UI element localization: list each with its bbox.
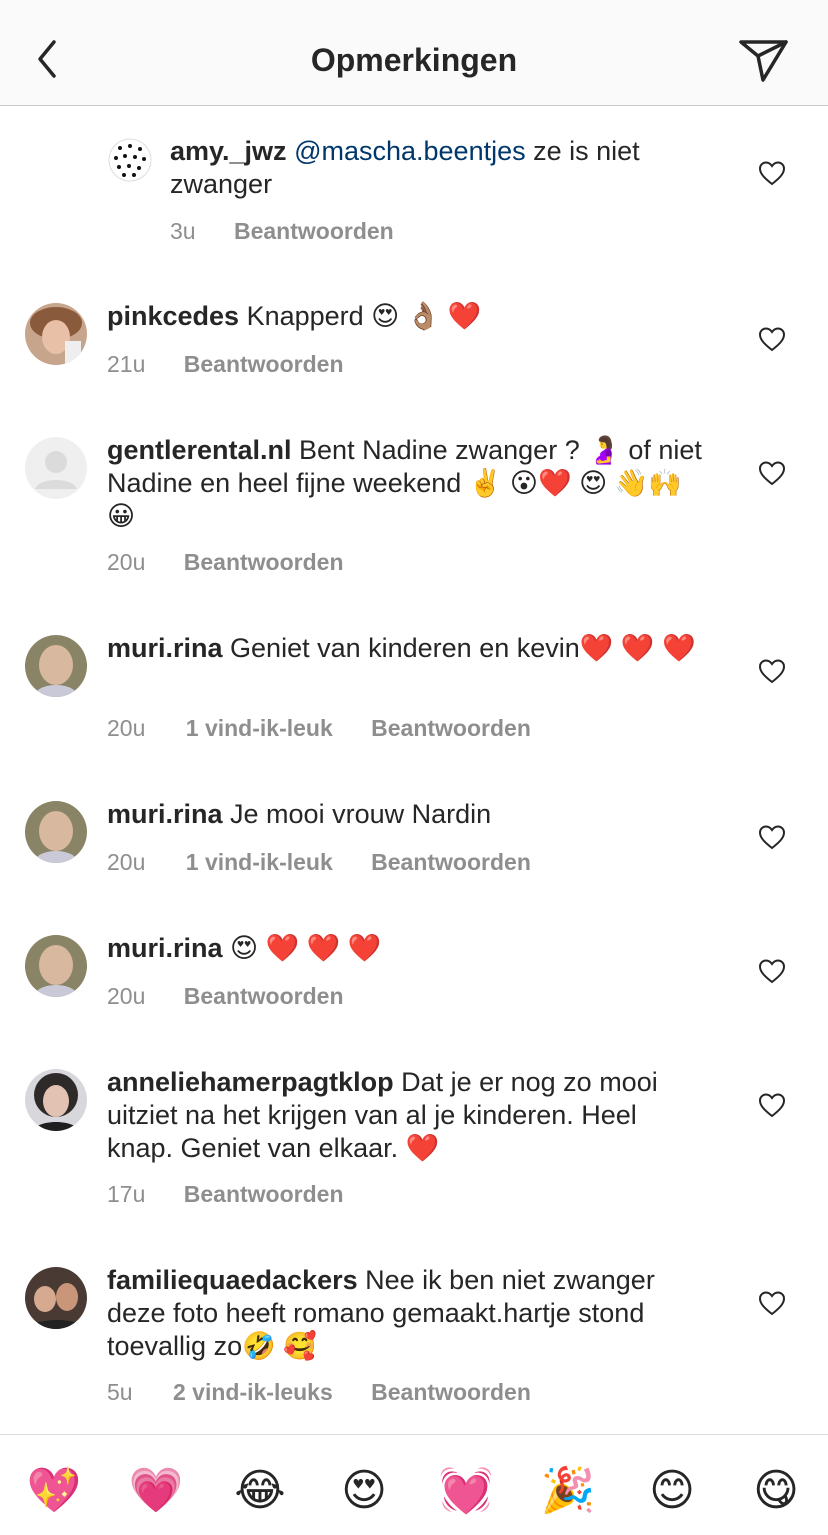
avatar[interactable] — [25, 635, 87, 697]
emoji-quick-bar: 💖 💗 😂 😍 💓 🎉 😊 😋 — [0, 1434, 828, 1535]
comment-body: Knapperd 😍 👌🏽 ❤️ — [239, 301, 482, 331]
comment-meta: 20u 1 vind-ik-leuk Beantwoorden — [107, 715, 531, 742]
avatar[interactable] — [25, 801, 87, 863]
heart-icon[interactable] — [758, 958, 786, 984]
comment-body: Je mooi vrouw Nardin — [222, 799, 492, 829]
comment-time: 20u — [107, 715, 146, 741]
reply-button[interactable]: Beantwoorden — [184, 351, 344, 378]
emoji-button[interactable]: 💓 — [438, 1463, 494, 1519]
profile-photo-image — [25, 801, 87, 863]
comment-username[interactable]: familiequaedackers — [107, 1265, 358, 1295]
comment-meta: 21u Beantwoorden — [107, 351, 344, 378]
avatar[interactable] — [25, 935, 87, 997]
comment-username[interactable]: gentlerental.nl — [107, 435, 292, 465]
send-button[interactable] — [738, 38, 790, 84]
avatar[interactable] — [25, 1267, 87, 1329]
likes-count[interactable]: 2 vind-ik-leuks — [173, 1379, 333, 1406]
comment-username[interactable]: amy._jwz — [170, 136, 287, 166]
comment-meta: 20u 1 vind-ik-leuk Beantwoorden — [107, 849, 531, 876]
comment-text: anneliehamerpagtklop Dat je er nog zo mo… — [107, 1066, 707, 1165]
heart-icon[interactable] — [758, 1092, 786, 1118]
comment-text: amy._jwz @mascha.beentjes ze is niet zwa… — [170, 135, 710, 201]
reply-button[interactable]: Beantwoorden — [184, 549, 344, 576]
comment-time: 21u — [107, 351, 146, 377]
comment-text: muri.rina Je mooi vrouw Nardin — [107, 798, 717, 831]
avatar[interactable] — [108, 138, 152, 182]
emoji-button[interactable]: 😂 — [232, 1463, 288, 1519]
comment-body: Geniet van kinderen en kevin❤️ ❤️ ❤️ — [222, 633, 696, 663]
comment-time: 17u — [107, 1181, 146, 1207]
comment-meta: 5u 2 vind-ik-leuks Beantwoorden — [107, 1379, 531, 1406]
profile-photo-image — [25, 1069, 87, 1131]
comment-meta: 20u Beantwoorden — [107, 983, 344, 1010]
heart-icon[interactable] — [758, 460, 786, 486]
heart-icon[interactable] — [758, 824, 786, 850]
profile-photo-image — [25, 303, 87, 365]
comment-text: familiequaedackers Nee ik ben niet zwang… — [107, 1264, 707, 1363]
emoji-button[interactable]: 💗 — [128, 1463, 184, 1519]
profile-photo-image — [25, 935, 87, 997]
heart-icon[interactable] — [758, 658, 786, 684]
heart-icon[interactable] — [758, 1290, 786, 1316]
emoji-button[interactable]: 🎉 — [540, 1463, 596, 1519]
profile-photo-image — [25, 1267, 87, 1329]
comment-time: 3u — [170, 218, 196, 244]
emoji-button[interactable]: 😋 — [748, 1463, 804, 1519]
emoji-button[interactable]: 😊 — [644, 1463, 700, 1519]
comment-username[interactable]: muri.rina — [107, 933, 223, 963]
likes-count[interactable]: 1 vind-ik-leuk — [186, 715, 333, 742]
reply-button[interactable]: Beantwoorden — [184, 1181, 344, 1208]
dotted-avatar-image — [108, 138, 152, 182]
comment-time: 5u — [107, 1379, 133, 1405]
comment-username[interactable]: anneliehamerpagtklop — [107, 1067, 394, 1097]
comment-meta: 3u Beantwoorden — [170, 218, 394, 245]
paper-plane-icon — [739, 40, 788, 82]
emoji-button[interactable]: 💖 — [26, 1463, 82, 1519]
likes-count[interactable]: 1 vind-ik-leuk — [186, 849, 333, 876]
comment-body: 😍 ❤️ ❤️ ❤️ — [222, 933, 382, 963]
reply-button[interactable]: Beantwoorden — [371, 849, 531, 876]
avatar[interactable] — [25, 437, 87, 499]
comment-time: 20u — [107, 983, 146, 1009]
mention-link[interactable]: @mascha.beentjes — [294, 136, 526, 166]
heart-icon[interactable] — [758, 326, 786, 352]
comment-time: 20u — [107, 549, 146, 575]
comment-time: 20u — [107, 849, 146, 875]
comment-text: gentlerental.nl Bent Nadine zwanger ? 🤰 … — [107, 434, 707, 533]
comment-text: muri.rina Geniet van kinderen en kevin❤️… — [107, 632, 707, 665]
reply-button[interactable]: Beantwoorden — [184, 983, 344, 1010]
avatar[interactable] — [25, 1069, 87, 1131]
header-bar: Opmerkingen — [0, 0, 828, 106]
reply-button[interactable]: Beantwoorden — [371, 1379, 531, 1406]
comment-text: muri.rina 😍 ❤️ ❤️ ❤️ — [107, 932, 717, 965]
reply-button[interactable]: Beantwoorden — [371, 715, 531, 742]
avatar[interactable] — [25, 303, 87, 365]
comment-username[interactable]: pinkcedes — [107, 301, 239, 331]
comment-username[interactable]: muri.rina — [107, 633, 223, 663]
default-avatar-icon — [25, 437, 87, 499]
profile-photo-image — [25, 635, 87, 697]
reply-button[interactable]: Beantwoorden — [234, 218, 394, 245]
comment-meta: 17u Beantwoorden — [107, 1181, 344, 1208]
comment-username[interactable]: muri.rina — [107, 799, 223, 829]
comment-text: pinkcedes Knapperd 😍 👌🏽 ❤️ — [107, 300, 717, 333]
comment-meta: 20u Beantwoorden — [107, 549, 344, 576]
emoji-button[interactable]: 😍 — [336, 1463, 392, 1519]
heart-icon[interactable] — [758, 160, 786, 186]
page-title: Opmerkingen — [310, 42, 518, 78]
